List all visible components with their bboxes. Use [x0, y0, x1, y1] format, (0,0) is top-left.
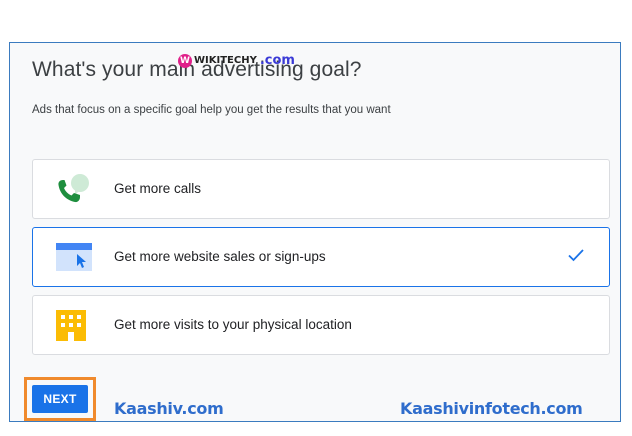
page-subtitle: Ads that focus on a specific goal help y…	[32, 104, 391, 116]
phone-call-icon	[54, 173, 94, 207]
next-button-highlight: NEXT	[24, 377, 96, 421]
goal-selection-panel: What's your main advertising goal? W WIK…	[9, 42, 621, 422]
watermark-suffix: .com	[259, 53, 295, 68]
kaashivinfotech-watermark: Kaashivinfotech.com	[400, 399, 583, 418]
goal-option-label: Get more calls	[114, 181, 202, 196]
goal-option-label: Get more website sales or sign-ups	[114, 249, 326, 264]
goal-option-label: Get more visits to your physical locatio…	[114, 317, 352, 332]
checkmark-icon	[567, 246, 585, 264]
website-cursor-icon	[54, 241, 94, 275]
building-icon	[54, 309, 94, 343]
goal-option-location[interactable]: Get more visits to your physical locatio…	[32, 295, 610, 355]
watermark-brand: WIKITECHY	[194, 55, 257, 66]
goal-option-website[interactable]: Get more website sales or sign-ups	[32, 227, 610, 287]
wikitechy-logo-icon: W	[178, 53, 192, 68]
next-button[interactable]: NEXT	[32, 385, 88, 413]
wikitechy-watermark: W WIKITECHY .com	[178, 53, 295, 68]
kaashiv-watermark: Kaashiv.com	[114, 399, 224, 418]
goal-option-calls[interactable]: Get more calls	[32, 159, 610, 219]
